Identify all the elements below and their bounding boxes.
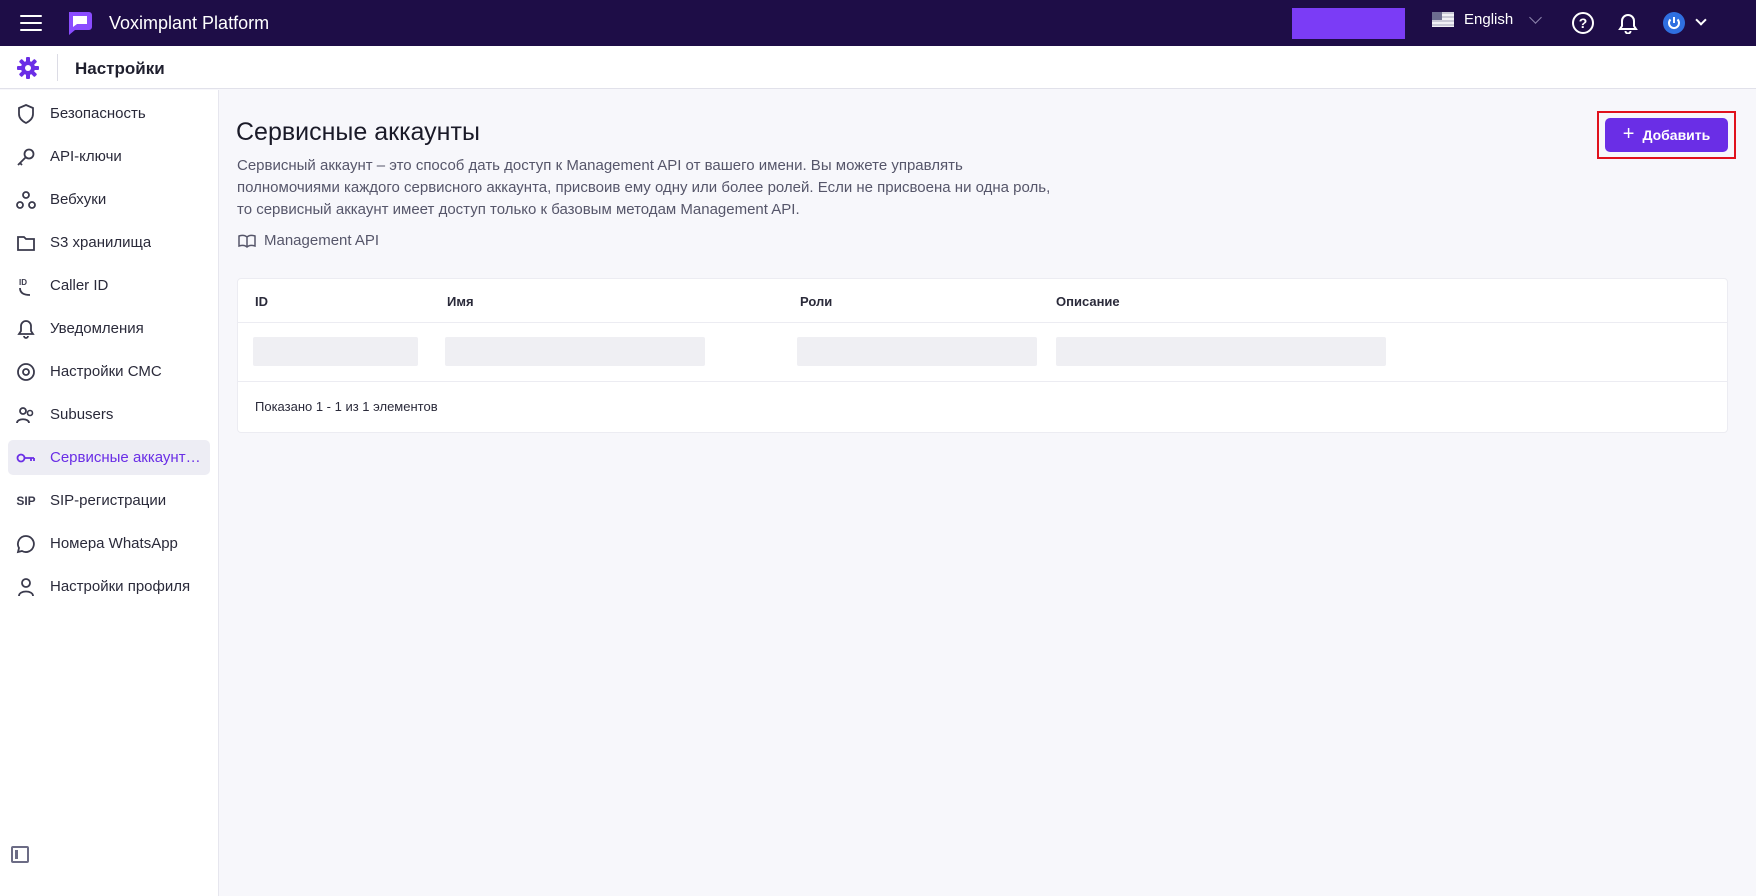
sidebar-item-label: S3 хранилища: [50, 234, 152, 251]
sip-icon: SIP: [16, 493, 36, 508]
sidebar-item-caller-id[interactable]: ID Caller ID: [8, 268, 210, 303]
users-icon: [16, 405, 36, 425]
user-menu-chevron-icon[interactable]: [1695, 14, 1707, 26]
sidebar-item-notifications[interactable]: Уведомления: [8, 311, 210, 346]
sidebar-item-label: SIP-регистрации: [50, 492, 167, 509]
pagination-summary: Показано 1 - 1 из 1 элементов: [255, 399, 438, 414]
service-key-icon: [16, 448, 36, 468]
sidebar-item-label: API-ключи: [50, 148, 122, 165]
sidebar-item-label: Безопасность: [50, 105, 146, 122]
add-button-label: Добавить: [1642, 127, 1711, 143]
sidebar-item-security[interactable]: Безопасность: [8, 96, 210, 131]
header-separator: [238, 322, 1727, 323]
profile-icon: [16, 577, 36, 597]
sidebar-item-label: Настройки профиля: [50, 578, 191, 595]
description-line: то сервисный аккаунт имеет доступ только…: [237, 201, 800, 218]
skeleton-id-cell: [253, 337, 418, 366]
sidebar-item-api-keys[interactable]: API-ключи: [8, 139, 210, 174]
column-header-id[interactable]: ID: [255, 294, 268, 309]
management-api-doc-link[interactable]: Management API: [238, 232, 379, 249]
whatsapp-icon: [16, 534, 36, 554]
top-bar-action[interactable]: [1292, 8, 1405, 39]
key-icon: [16, 147, 36, 167]
description-line: полномочиями каждого сервисного аккаунта…: [237, 179, 1051, 196]
add-button[interactable]: + Добавить: [1605, 118, 1728, 152]
sidebar-item-label: Уведомления: [50, 320, 144, 337]
app-title: Voximplant Platform: [109, 13, 270, 33]
page-title: Сервисные аккаунты: [236, 118, 480, 146]
sidebar-item-sip-registrations[interactable]: SIP SIP-регистрации: [8, 483, 210, 518]
sidebar-item-label: Номера WhatsApp: [50, 535, 178, 552]
doc-link-label: Management API: [264, 232, 380, 249]
menu-icon[interactable]: [20, 15, 42, 31]
chevron-down-icon: [1529, 10, 1543, 24]
shield-icon: [16, 103, 36, 124]
folder-icon: [16, 233, 36, 253]
book-icon: [238, 234, 256, 248]
skeleton-roles-cell: [797, 337, 1037, 366]
skeleton-description-cell: [1056, 337, 1386, 366]
gear-icon: [17, 57, 39, 79]
sidebar-item-service-accounts[interactable]: Сервисные аккаунт…: [8, 440, 210, 475]
notifications-bell-icon[interactable]: [1617, 12, 1639, 34]
service-accounts-table: ID Имя Роли Описание Показано 1 - 1 из 1…: [237, 278, 1728, 433]
sidebar: Безопасность API-ключи Вебхуки S3 хранил…: [0, 90, 219, 896]
language-selector[interactable]: English: [1432, 10, 1543, 28]
page-description: Сервисный аккаунт – это способ дать дост…: [237, 155, 1077, 221]
sidebar-item-webhooks[interactable]: Вебхуки: [8, 182, 210, 217]
row-separator: [238, 381, 1727, 382]
column-header-name[interactable]: Имя: [447, 294, 474, 309]
column-header-description[interactable]: Описание: [1056, 294, 1120, 309]
column-header-roles[interactable]: Роли: [800, 294, 832, 309]
description-line: Сервисный аккаунт – это способ дать дост…: [237, 157, 963, 174]
sidebar-item-label: Настройки СМС: [50, 363, 162, 380]
skeleton-name-cell: [445, 337, 705, 366]
sms-icon: [16, 362, 36, 382]
sidebar-item-profile-settings[interactable]: Настройки профиля: [8, 569, 210, 604]
header-divider: [57, 54, 58, 81]
us-flag-icon: [1432, 12, 1454, 27]
sidebar-item-label: Caller ID: [50, 277, 109, 294]
top-bar: Voximplant Platform English ?: [0, 0, 1756, 46]
svg-text:ID: ID: [19, 278, 27, 287]
sidebar-item-label: Сервисные аккаунт…: [50, 449, 201, 466]
sidebar-item-label: Subusers: [50, 406, 114, 423]
sidebar-item-label: Вебхуки: [50, 191, 107, 208]
help-icon[interactable]: ?: [1572, 12, 1594, 34]
power-icon[interactable]: [1663, 12, 1685, 34]
collapse-sidebar-icon[interactable]: [11, 846, 29, 863]
sidebar-item-sms-settings[interactable]: Настройки СМС: [8, 354, 210, 389]
language-label: English: [1464, 11, 1514, 28]
bell-icon: [16, 319, 36, 339]
settings-header: Настройки: [0, 46, 1756, 89]
voximplant-logo[interactable]: [66, 10, 94, 36]
plus-icon: +: [1622, 122, 1635, 145]
caller-id-icon: ID: [16, 276, 36, 296]
webhook-icon: [16, 190, 36, 210]
sidebar-item-whatsapp-numbers[interactable]: Номера WhatsApp: [8, 526, 210, 561]
sidebar-item-s3-storage[interactable]: S3 хранилища: [8, 225, 210, 260]
sidebar-item-subusers[interactable]: Subusers: [8, 397, 210, 432]
section-title: Настройки: [75, 59, 165, 78]
